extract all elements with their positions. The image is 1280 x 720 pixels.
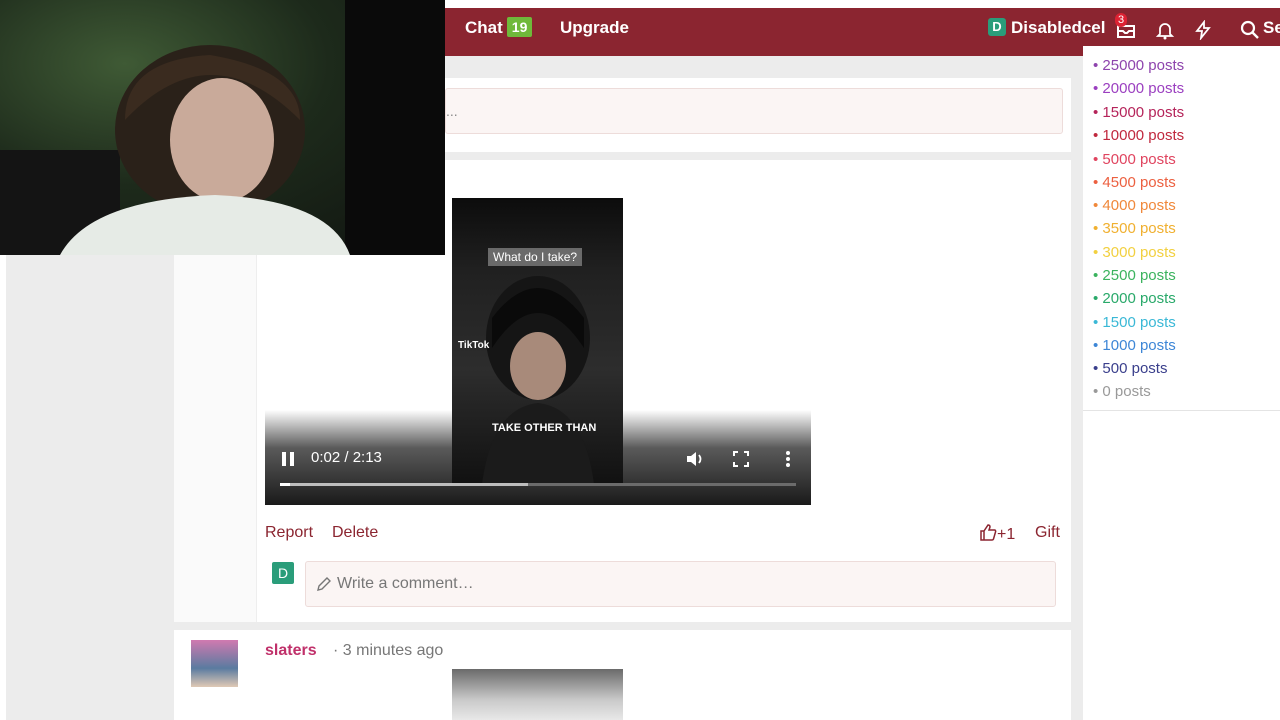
pause-icon[interactable] bbox=[278, 449, 298, 469]
next-post-time: · 3 minutes ago bbox=[333, 642, 444, 659]
pencil-icon bbox=[317, 577, 331, 591]
rank-item: • 15000 posts bbox=[1093, 104, 1185, 121]
reply-placeholder: ... bbox=[446, 103, 458, 119]
search-icon[interactable] bbox=[1240, 20, 1260, 40]
rank-item: • 3000 posts bbox=[1093, 244, 1176, 261]
lightning-icon[interactable] bbox=[1193, 20, 1213, 40]
messages-count-badge: 3 bbox=[1115, 13, 1128, 27]
rank-item: • 4000 posts bbox=[1093, 197, 1176, 214]
rank-item: • 25000 posts bbox=[1093, 57, 1185, 74]
reply-input[interactable]: ... bbox=[445, 88, 1063, 134]
video-caption-top: What do I take? bbox=[488, 248, 583, 266]
rank-item: • 2000 posts bbox=[1093, 290, 1176, 307]
search-label[interactable]: Se bbox=[1263, 8, 1280, 48]
like-count: +1 bbox=[997, 526, 1016, 543]
upgrade-link[interactable]: Upgrade bbox=[560, 8, 629, 48]
chat-label: Chat bbox=[465, 18, 503, 37]
username: Disabledcel bbox=[1011, 18, 1106, 37]
comment-placeholder: Write a comment… bbox=[337, 575, 474, 592]
webcam-person-image bbox=[0, 0, 445, 255]
page-gutter-top bbox=[445, 56, 1071, 78]
rank-item: • 20000 posts bbox=[1093, 80, 1185, 97]
post-separator bbox=[445, 152, 1071, 160]
video-buffer-bar bbox=[280, 483, 528, 486]
rank-item: • 4500 posts bbox=[1093, 174, 1176, 191]
thumbs-up-icon bbox=[980, 524, 997, 541]
rank-item: • 5000 posts bbox=[1093, 151, 1176, 168]
delete-link[interactable]: Delete bbox=[332, 524, 378, 542]
gift-link[interactable]: Gift bbox=[1035, 524, 1060, 542]
bell-icon[interactable] bbox=[1155, 20, 1175, 40]
page-gutter-left bbox=[6, 255, 174, 720]
sidebar-gutter bbox=[1071, 56, 1083, 720]
comment-avatar: D bbox=[272, 562, 294, 584]
rank-item: • 0 posts bbox=[1093, 383, 1151, 400]
more-options-icon[interactable] bbox=[782, 450, 794, 468]
rank-item: • 1000 posts bbox=[1093, 337, 1176, 354]
user-avatar: D bbox=[988, 18, 1006, 36]
comment-input[interactable]: Write a comment… bbox=[305, 561, 1056, 607]
rank-item: • 3500 posts bbox=[1093, 220, 1176, 237]
rank-legend: • 25000 posts • 20000 posts • 15000 post… bbox=[1083, 46, 1280, 411]
video-caption-bottom: TAKE OTHER THAN bbox=[492, 422, 597, 434]
rank-item: • 500 posts bbox=[1093, 360, 1168, 377]
video-played-bar bbox=[280, 483, 291, 486]
video-time: 0:02 / 2:13 bbox=[311, 449, 382, 466]
rank-item: • 1500 posts bbox=[1093, 314, 1176, 331]
chat-count-badge: 19 bbox=[506, 17, 533, 37]
volume-icon[interactable] bbox=[685, 450, 705, 468]
chat-link[interactable]: Chat 19 bbox=[465, 8, 533, 48]
webcam-overlay bbox=[0, 0, 445, 255]
tiktok-watermark: TikTok bbox=[458, 340, 490, 351]
fullscreen-icon[interactable] bbox=[733, 451, 749, 467]
post-author-column bbox=[174, 255, 257, 622]
next-post-avatar[interactable] bbox=[191, 640, 238, 687]
video-progress-bar[interactable] bbox=[280, 483, 796, 486]
rank-item: • 2500 posts bbox=[1093, 267, 1176, 284]
report-link[interactable]: Report bbox=[265, 524, 313, 542]
like-button[interactable]: +1 bbox=[980, 524, 1015, 544]
next-post-username[interactable]: slaters bbox=[265, 642, 317, 660]
post-separator-bottom bbox=[174, 622, 1071, 630]
next-post-video[interactable] bbox=[452, 669, 623, 720]
rank-item: • 10000 posts bbox=[1093, 127, 1185, 144]
user-menu[interactable]: D Disabledcel bbox=[988, 8, 1106, 48]
